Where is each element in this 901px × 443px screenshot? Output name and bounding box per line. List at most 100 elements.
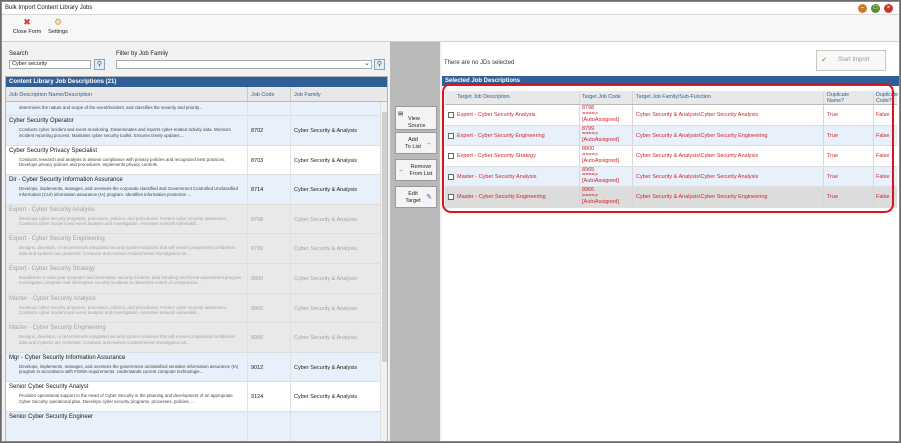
table-row[interactable]: Cyber Security Privacy Specialist Conduct… bbox=[6, 145, 380, 176]
dup-name: True bbox=[827, 112, 839, 118]
left-rows: determines the nature and scope of the e… bbox=[6, 102, 380, 441]
col-target-desc[interactable]: Target Job Description bbox=[457, 94, 510, 101]
dup-code: False bbox=[876, 173, 890, 180]
col-jd-name[interactable]: Job Description Name/Description bbox=[9, 92, 92, 98]
scroll-thumb[interactable] bbox=[382, 112, 387, 362]
jd-title: Expert - Cyber Security Analysis bbox=[9, 206, 95, 213]
table-row[interactable]: Expert - Cyber Security Analysis Develops… bbox=[6, 204, 380, 235]
jd-title: Dir - Cyber Security Information Assuran… bbox=[9, 177, 123, 184]
settings-button[interactable]: ⚙ Settings bbox=[46, 17, 70, 35]
jd-description: Designs, develops, or recommends integra… bbox=[19, 334, 235, 345]
col-target-family[interactable]: Target Job Family/Sub-Function bbox=[636, 94, 711, 101]
jd-title: Master - Cyber Security Analysis bbox=[9, 295, 96, 302]
table-row[interactable]: Dir - Cyber Security Information Assuran… bbox=[6, 175, 380, 205]
col-dup-name[interactable]: Duplicate Name? bbox=[827, 92, 849, 104]
jd-family: Cyber Security & Analysis bbox=[294, 335, 357, 342]
jd-family: Cyber Security & Analysis bbox=[294, 394, 357, 401]
jd-title: Master - Cyber Security Engineering bbox=[9, 325, 106, 332]
magnifier-icon: ⚲ bbox=[96, 61, 103, 68]
add-to-list-label: Add To List bbox=[405, 137, 421, 150]
table-row[interactable]: Expert - Cyber Security Strategy 8800 ===… bbox=[445, 146, 897, 167]
jd-code: 8966 bbox=[251, 335, 264, 342]
table-row[interactable]: Master - Cyber Security Engineering Desig… bbox=[6, 323, 380, 353]
maximize-button[interactable]: □ bbox=[871, 4, 880, 13]
bulk-import-window: Bulk Import Content Library Jobs – □ × ✖… bbox=[1, 1, 900, 442]
dup-code: False bbox=[876, 194, 890, 200]
row-checkbox[interactable] bbox=[448, 112, 454, 118]
edit-target-button[interactable]: Edit Target ✎ bbox=[395, 186, 437, 208]
jd-family: Cyber Security & Analysis bbox=[294, 216, 357, 223]
window-close-button[interactable]: × bbox=[884, 4, 893, 13]
jd-description: Conducts research and analysis to assess… bbox=[19, 156, 226, 168]
selection-status: There are no JDs selected bbox=[444, 60, 515, 66]
remove-from-list-label: Remove From List bbox=[409, 164, 433, 177]
jd-title: Expert - Cyber Security Strategy bbox=[9, 265, 96, 272]
add-to-list-button[interactable]: Add To List → bbox=[395, 132, 437, 154]
jd-code: 8799 bbox=[251, 246, 264, 253]
filter-search-button[interactable]: ⚲ bbox=[374, 59, 385, 70]
table-row[interactable]: Senior Cyber Security Analyst Provides op… bbox=[6, 382, 380, 412]
remove-from-list-button[interactable]: ← Remove From List bbox=[395, 159, 437, 181]
settings-icon: ⚙ bbox=[53, 17, 63, 27]
table-row[interactable]: Expert - Cyber Security Analysis 8798 ===… bbox=[445, 105, 897, 126]
jd-family: Cyber Security & Analysis bbox=[294, 364, 357, 371]
minimize-button[interactable]: – bbox=[858, 4, 867, 13]
table-row[interactable]: Expert - Cyber Security Engineering Desig… bbox=[6, 234, 380, 264]
selected-jd-title: Selected Job Descriptions bbox=[442, 76, 899, 86]
left-vertical-scrollbar[interactable] bbox=[380, 102, 387, 441]
target-desc: Expert - Cyber Security Analysis bbox=[457, 112, 536, 118]
chevron-down-icon[interactable]: ⌄ bbox=[364, 59, 370, 67]
table-row[interactable]: Master - Cyber Security Analysis Develops… bbox=[6, 293, 380, 324]
dup-code: False bbox=[876, 112, 890, 118]
target-code: 8798 ====> [AutoAssigned] bbox=[582, 105, 619, 123]
jd-description: determines the nature and scope of the e… bbox=[19, 105, 203, 110]
row-checkbox[interactable] bbox=[448, 132, 454, 139]
jd-description: Establishes a multi-year computer and in… bbox=[19, 274, 243, 286]
jd-family: Cyber Security & Analysis bbox=[294, 187, 357, 194]
table-row[interactable]: determines the nature and scope of the e… bbox=[6, 102, 380, 116]
search-input[interactable]: Cyber security bbox=[9, 60, 91, 69]
jd-title: Senior Cyber Security Analyst bbox=[9, 384, 89, 391]
content-library-title: Content Library Job Descriptions (21) bbox=[6, 77, 387, 87]
close-form-button[interactable]: ✖ Close Form bbox=[10, 17, 44, 35]
target-family: Cyber Security & Analysis\Cyber Security… bbox=[636, 194, 768, 200]
row-checkbox[interactable] bbox=[448, 153, 454, 159]
table-row[interactable]: Mgr - Cyber Security Information Assuran… bbox=[6, 352, 380, 383]
dup-code: False bbox=[876, 132, 890, 139]
jd-family: Cyber Security & Analysis bbox=[294, 157, 357, 164]
table-row[interactable]: Expert - Cyber Security Strategy Establis… bbox=[6, 263, 380, 294]
job-family-select[interactable] bbox=[116, 60, 372, 69]
view-source-button[interactable]: ▤ View Source bbox=[395, 106, 437, 130]
col-dup-code[interactable]: Duplicate Code? bbox=[876, 92, 898, 104]
col-job-family[interactable]: Job Family bbox=[294, 92, 321, 98]
settings-label: Settings bbox=[48, 29, 68, 35]
jd-family: Cyber Security & Analysis bbox=[294, 128, 357, 134]
search-label: Search bbox=[9, 51, 29, 57]
col-target-code[interactable]: Target Job Code bbox=[582, 94, 621, 101]
start-import-button[interactable]: ✔ Start Import bbox=[816, 50, 886, 71]
jd-code: 8702 bbox=[251, 128, 264, 134]
dup-name: True bbox=[827, 173, 839, 180]
selected-panel: There are no JDs selected ✔ Start Import… bbox=[442, 42, 899, 441]
col-job-code[interactable]: Job Code bbox=[251, 92, 275, 98]
table-row[interactable]: Master - Cyber Security Engineering 8966 … bbox=[445, 187, 897, 208]
jd-code: 8965 bbox=[251, 305, 264, 312]
search-button[interactable]: ⚲ bbox=[94, 59, 105, 70]
jd-code: 8800 bbox=[251, 275, 264, 282]
jd-code: 9012 bbox=[251, 364, 264, 371]
target-code: 8799 ====> [AutoAssigned] bbox=[582, 125, 619, 144]
jd-title: Cyber Security Privacy Specialist bbox=[9, 147, 98, 154]
action-column: ▤ View Source Add To List → ← Remove Fro… bbox=[390, 42, 440, 441]
filter-label: Filter by Job Family bbox=[116, 51, 169, 57]
table-row[interactable]: Senior Cyber Security Engineer bbox=[6, 411, 380, 441]
right-column-header: Target Job Description Target Job Code T… bbox=[445, 91, 898, 105]
table-row[interactable]: Cyber Security Operator Conducts cyber in… bbox=[6, 116, 380, 146]
table-row[interactable]: Expert - Cyber Security Engineering 8799 … bbox=[445, 125, 897, 146]
row-checkbox[interactable] bbox=[448, 173, 454, 180]
row-checkbox[interactable] bbox=[448, 194, 454, 200]
table-row[interactable]: Master - Cyber Security Analysis 8965 ===… bbox=[445, 166, 897, 187]
jd-description: Develops, implements, manages, and overs… bbox=[19, 186, 238, 197]
dup-code: False bbox=[876, 153, 890, 159]
jd-title: Senior Cyber Security Engineer bbox=[9, 413, 94, 420]
jd-title: Cyber Security Operator bbox=[9, 118, 74, 124]
